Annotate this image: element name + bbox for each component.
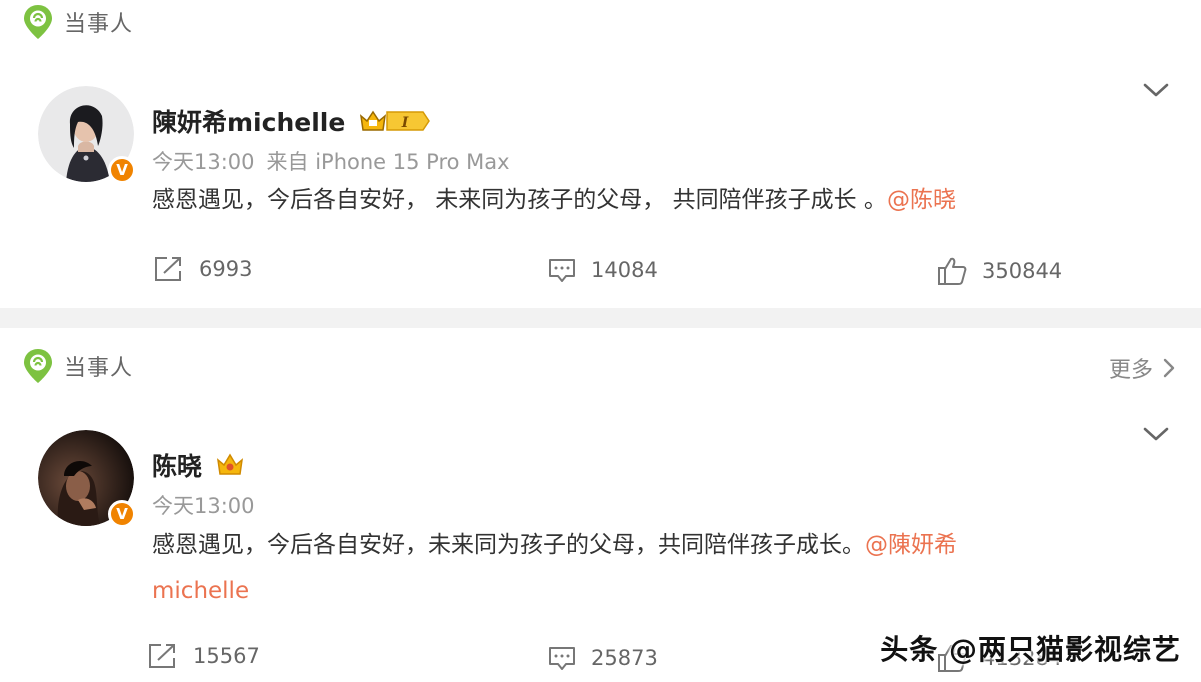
vip-crown-icon[interactable]: I — [359, 108, 431, 134]
author-row: 陈晓 — [152, 447, 244, 483]
author-name[interactable]: 陈晓 — [152, 447, 202, 483]
verified-badge: V — [108, 500, 136, 528]
comment-icon — [549, 647, 575, 670]
post-time[interactable]: 今天13:00 — [152, 150, 255, 174]
comment-icon — [549, 259, 575, 282]
vip-level-text: I — [401, 115, 409, 131]
post-content: 感恩遇见，今后各自安好，未来同为孩子的父母，共同陪伴孩子成长。@陳妍希 miche… — [152, 522, 1112, 614]
comment-button[interactable]: 14084 — [547, 256, 658, 284]
repost-count: 15567 — [193, 644, 260, 668]
like-button[interactable]: 350844 — [936, 255, 1062, 287]
post-time[interactable]: 今天13:00 — [152, 494, 255, 518]
chevron-down-icon[interactable] — [1143, 82, 1169, 98]
tag-row: 当事人 — [22, 4, 133, 40]
avatar[interactable]: V — [38, 86, 136, 184]
more-link[interactable]: 更多 — [1109, 352, 1175, 384]
weibo-post-1: 当事人 V 陳妍希michelle I 今天13:00 来自 iPhone 15… — [0, 0, 1201, 308]
comment-count: 14084 — [591, 258, 658, 282]
tag-label: 当事人 — [64, 356, 134, 381]
post-meta: 今天13:00 — [152, 490, 255, 520]
mention-link[interactable]: @陈晓 — [887, 187, 956, 213]
tag-row: 当事人 — [22, 348, 133, 384]
chevron-down-icon[interactable] — [1143, 426, 1169, 442]
mention-link[interactable]: @陳妍希 — [865, 532, 957, 558]
post-meta: 今天13:00 来自 iPhone 15 Pro Max — [152, 146, 510, 176]
comment-count: 25873 — [591, 646, 658, 670]
chevron-right-icon — [1163, 358, 1175, 378]
repost-count: 6993 — [199, 257, 253, 281]
verified-badge: V — [108, 156, 136, 184]
tag-label: 当事人 — [64, 12, 134, 37]
like-count: 350844 — [982, 259, 1063, 283]
thumbs-up-icon — [938, 257, 967, 285]
more-label: 更多 — [1108, 358, 1153, 383]
location-tag-icon — [24, 349, 52, 383]
vip-crown-icon[interactable] — [216, 452, 244, 478]
post-source: 来自 iPhone 15 Pro Max — [266, 150, 510, 174]
comment-button[interactable]: 25873 — [547, 644, 658, 672]
author-name[interactable]: 陳妍希michelle — [152, 103, 345, 139]
repost-icon — [155, 257, 181, 281]
repost-button[interactable]: 15567 — [147, 642, 260, 670]
post-content: 感恩遇见，今后各自安好， 未来同为孩子的父母， 共同陪伴孩子成长 。@陈晓 — [152, 177, 1112, 223]
repost-icon — [149, 644, 175, 668]
author-row: 陳妍希michelle I — [152, 103, 431, 139]
watermark: 头条 @两只猫影视综艺 — [880, 633, 1181, 666]
post-text: 感恩遇见，今后各自安好，未来同为孩子的父母，共同陪伴孩子成长。 — [152, 532, 865, 558]
location-tag-icon — [24, 5, 52, 39]
mention-link-continued[interactable]: michelle — [152, 578, 249, 604]
post-text: 感恩遇见，今后各自安好， 未来同为孩子的父母， 共同陪伴孩子成长 。 — [152, 187, 887, 213]
repost-button[interactable]: 6993 — [153, 255, 252, 283]
avatar[interactable]: V — [38, 430, 136, 528]
